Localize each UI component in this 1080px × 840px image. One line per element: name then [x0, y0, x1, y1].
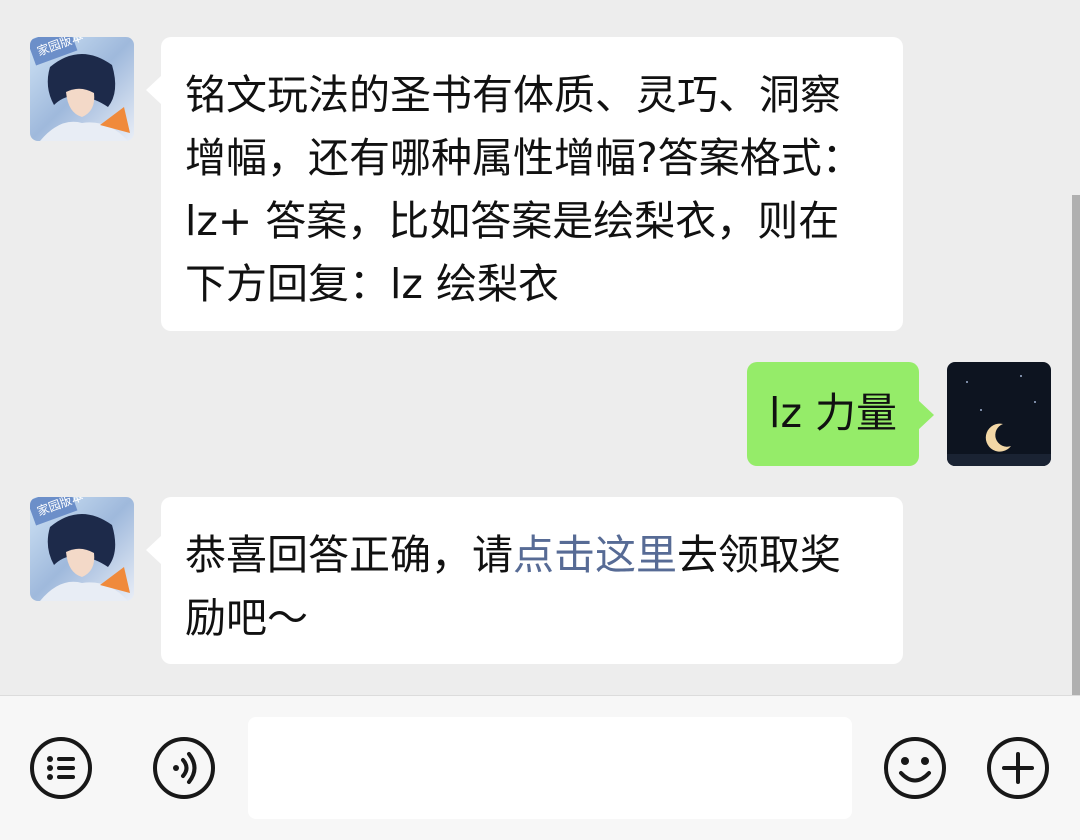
user-avatar[interactable] [947, 362, 1051, 466]
message-bubble-sent[interactable]: lz 力量 [747, 362, 934, 466]
bot-avatar-image: 家园版本 [30, 497, 134, 601]
list-icon[interactable] [29, 736, 93, 800]
bot-avatar[interactable]: 家园版本 [30, 497, 134, 601]
user-avatar-image [947, 362, 1051, 466]
voice-icon[interactable] [152, 736, 216, 800]
message-bubble-received[interactable]: 恭喜回答正确，请点击这里去领取奖励吧～ [146, 497, 903, 664]
input-bar [0, 695, 1080, 840]
scrollbar[interactable] [1072, 195, 1080, 695]
message-text: lz 力量 [769, 389, 897, 437]
chat-area[interactable]: 家园版本 铭文玩法的圣书有体质、灵巧、洞察增幅，还有哪种属性增幅?答案格式：lz… [0, 0, 1080, 695]
message-text: 铭文玩法的圣书有体质、灵巧、洞察增幅，还有哪种属性增幅?答案格式：lz+ 答案，… [185, 71, 863, 308]
message-input[interactable] [248, 717, 852, 819]
bot-avatar-image: 家园版本 [30, 37, 134, 141]
reward-link[interactable]: 点击这里 [513, 531, 677, 579]
message-bubble-received[interactable]: 铭文玩法的圣书有体质、灵巧、洞察增幅，还有哪种属性增幅?答案格式：lz+ 答案，… [146, 37, 903, 331]
bot-avatar[interactable]: 家园版本 [30, 37, 134, 141]
emoji-icon[interactable] [883, 736, 947, 800]
message-text-before: 恭喜回答正确，请 [185, 531, 513, 579]
plus-icon[interactable] [986, 736, 1050, 800]
